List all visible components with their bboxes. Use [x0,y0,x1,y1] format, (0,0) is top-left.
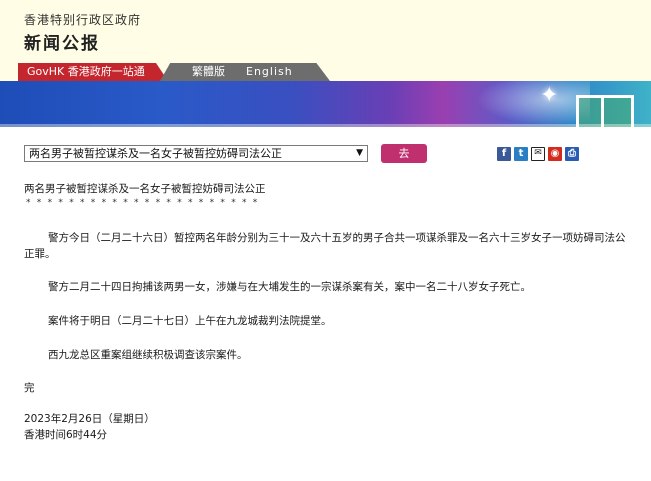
decorative-banner: ✦ [0,81,651,127]
share-toolbar: f t ✉ ◉ ⎙ [497,147,579,161]
top-nav: GovHK 香港政府一站通 繁體版 English [0,63,651,81]
email-icon[interactable]: ✉ [531,147,545,161]
print-icon[interactable]: ⎙ [565,147,579,161]
article-paragraph: 警方二月二十四日拘捕该两男一女，涉嫌与在大埔发生的一宗谋杀案有关，案中一名二十八… [48,281,531,293]
facebook-icon[interactable]: f [497,147,511,161]
language-bar: 繁體版 English [160,63,330,81]
select-value: 两名男子被暂控谋杀及一名女子被暂控妨碍司法公正 [29,147,282,160]
release-time: 香港时间6时44分 [24,429,108,441]
page-header: 香港特别行政区政府 新闻公报 [0,0,651,63]
weibo-icon[interactable]: ◉ [548,147,562,161]
banner-stripe [0,124,651,127]
twitter-icon[interactable]: t [514,147,528,161]
article-paragraph: 西九龙总区重案组继续积极调查该宗案件。 [48,349,248,361]
press-release-select[interactable]: 两名男子被暂控谋杀及一名女子被暂控妨碍司法公正 ▼ [24,145,368,162]
sparkle-icon: ✦ [540,83,559,108]
govhk-link[interactable]: GovHK 香港政府一站通 [18,63,168,81]
release-date: 2023年2月26日（星期日） [24,413,155,425]
article-title: 两名男子被暂控谋杀及一名女子被暂控妨碍司法公正 [24,183,266,195]
article-ending: 完 [24,382,35,394]
english-link[interactable]: English [246,63,293,81]
article-paragraph: 警方今日（二月二十六日）暂控两名年龄分别为三十一及六十五岁的男子合共一项谋杀罪及… [24,232,626,260]
chevron-down-icon: ▼ [356,148,363,158]
go-button[interactable]: 去 [381,144,427,163]
banner-glow [470,81,590,127]
title-separator: ********************** [26,198,264,208]
government-name: 香港特别行政区政府 [24,13,142,27]
traditional-chinese-link[interactable]: 繁體版 [192,63,225,81]
article-paragraph: 案件将于明日（二月二十七日）上午在九龙城裁判法院提堂。 [48,315,332,327]
building-graphic [576,95,634,127]
press-release-title[interactable]: 新闻公报 [24,29,100,54]
